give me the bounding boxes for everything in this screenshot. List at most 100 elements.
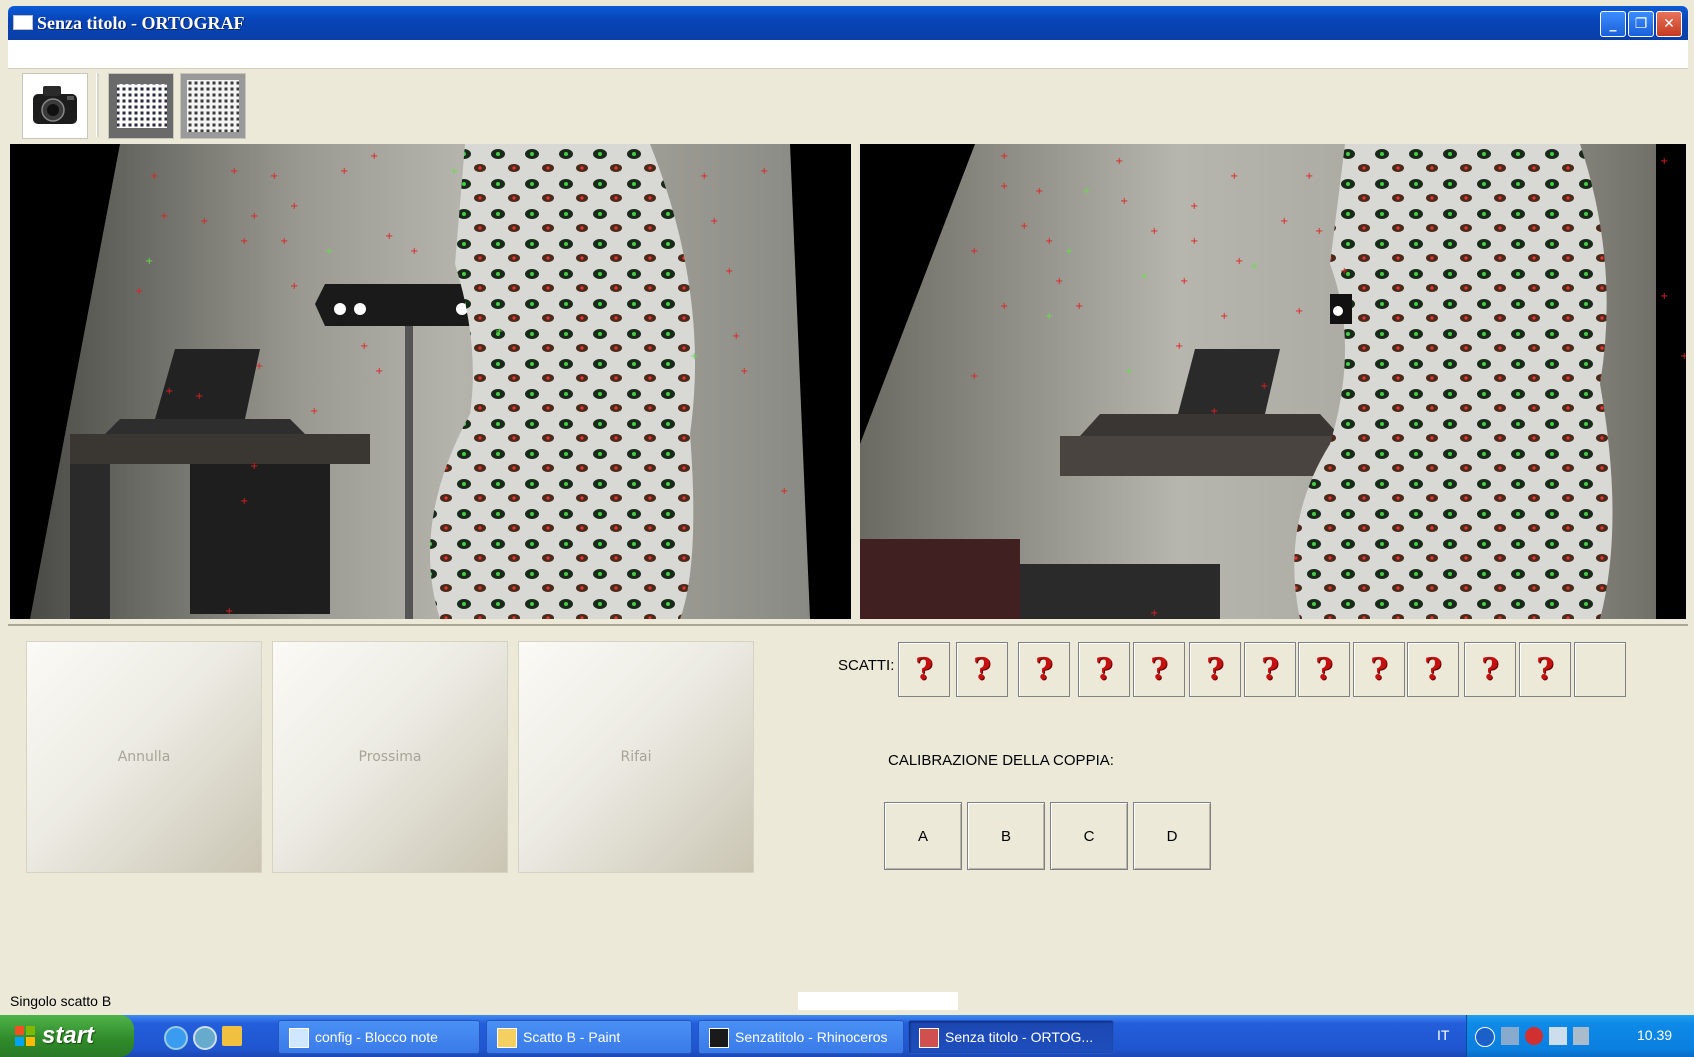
cancel-button[interactable]: Annulla — [26, 641, 262, 873]
svg-text:+: + — [1000, 151, 1008, 162]
shot-slot[interactable]: ? — [1244, 642, 1296, 697]
task-label: config - Blocco note — [315, 1029, 438, 1045]
svg-text:+: + — [290, 281, 298, 292]
toolbar — [8, 69, 1688, 141]
minimize-button[interactable]: _ — [1600, 11, 1626, 37]
pair-a-button[interactable]: A — [884, 802, 962, 870]
grid-light-button[interactable] — [180, 73, 246, 139]
shot-slot[interactable]: ? — [1018, 642, 1070, 697]
svg-text:+: + — [495, 326, 503, 337]
svg-text:+: + — [135, 286, 143, 297]
svg-text:+: + — [710, 216, 718, 227]
shot-slot[interactable]: ? — [956, 642, 1008, 697]
grid-button[interactable] — [108, 73, 174, 139]
svg-text:+: + — [325, 246, 333, 257]
shot-slot[interactable]: ? — [1353, 642, 1405, 697]
start-label: start — [42, 1022, 95, 1049]
svg-text:+: + — [740, 366, 748, 377]
language-indicator[interactable]: IT — [1437, 1027, 1449, 1043]
svg-text:+: + — [1220, 311, 1228, 322]
shot-slot[interactable]: ? — [1133, 642, 1185, 697]
svg-text:+: + — [1150, 608, 1158, 619]
task-notepad[interactable]: config - Blocco note — [278, 1020, 480, 1054]
task-label: Senza titolo - ORTOG... — [945, 1029, 1094, 1045]
start-button[interactable]: start — [0, 1015, 134, 1057]
shot-slot[interactable] — [1574, 642, 1626, 697]
svg-text:+: + — [1660, 156, 1668, 167]
network-icon[interactable] — [1501, 1027, 1519, 1045]
svg-text:+: + — [1120, 196, 1128, 207]
app-icon — [13, 15, 33, 30]
svg-text:+: + — [1280, 216, 1288, 227]
camera-icon — [23, 74, 87, 138]
folder-icon[interactable] — [222, 1026, 242, 1046]
task-ortograf[interactable]: Senza titolo - ORTOG... — [908, 1020, 1114, 1054]
paint-icon — [497, 1028, 517, 1048]
device-icon[interactable] — [1573, 1027, 1589, 1045]
svg-text:+: + — [1680, 351, 1686, 362]
rhino-icon — [709, 1028, 729, 1048]
shot-slot[interactable]: ? — [1078, 642, 1130, 697]
svg-text:+: + — [732, 331, 740, 342]
task-paint[interactable]: Scatto B - Paint — [486, 1020, 692, 1054]
ortograf-icon — [919, 1028, 939, 1048]
svg-text:+: + — [1000, 181, 1008, 192]
pair-b-button[interactable]: B — [967, 802, 1045, 870]
shot-slot[interactable]: ? — [1298, 642, 1350, 697]
svg-text:+: + — [195, 391, 203, 402]
restore-button[interactable]: ❐ — [1628, 11, 1654, 37]
svg-text:+: + — [150, 171, 158, 182]
redo-button[interactable]: Rifai — [518, 641, 754, 873]
svg-text:+: + — [370, 151, 378, 162]
ie-icon[interactable] — [164, 1026, 188, 1050]
toolbar-separator — [96, 73, 99, 137]
right-camera-image: + + + + + + + + + + + + + + + + + + + + + + + + + + + + + + … — [860, 144, 1686, 619]
status-progress — [798, 992, 958, 1010]
svg-text:+: + — [970, 246, 978, 257]
svg-text:+: + — [200, 216, 208, 227]
svg-text:+: + — [1035, 186, 1043, 197]
svg-text:+: + — [1260, 381, 1268, 392]
shot-slot[interactable]: ? — [1519, 642, 1571, 697]
task-rhinoceros[interactable]: Senzatitolo - Rhinoceros — [698, 1020, 904, 1054]
chevron-left-icon[interactable] — [1475, 1027, 1495, 1047]
svg-text:+: + — [250, 461, 258, 472]
clock: 10.39 — [1637, 1027, 1673, 1043]
pair-d-button[interactable]: D — [1133, 802, 1211, 870]
svg-text:+: + — [1125, 366, 1133, 377]
outlook-icon[interactable] — [193, 1026, 217, 1050]
windows-logo-icon — [15, 1026, 35, 1046]
svg-text:+: + — [240, 496, 248, 507]
window-title: Senza titolo - ORTOGRAF — [37, 13, 245, 33]
shot-slot[interactable]: ? — [1407, 642, 1459, 697]
menu-bar — [8, 40, 1688, 69]
panel-divider — [8, 624, 1688, 626]
svg-text:+: + — [145, 256, 153, 267]
svg-text:+: + — [230, 166, 238, 177]
svg-text:+: + — [1175, 341, 1183, 352]
svg-text:+: + — [1190, 201, 1198, 212]
monitor-icon[interactable] — [1549, 1027, 1567, 1045]
shot-slot[interactable]: ? — [898, 642, 950, 697]
security-icon[interactable] — [1525, 1027, 1543, 1045]
svg-text:+: + — [1055, 276, 1063, 287]
svg-text:+: + — [255, 361, 263, 372]
svg-text:+: + — [290, 201, 298, 212]
svg-text:+: + — [1115, 156, 1123, 167]
svg-text:+: + — [1660, 291, 1668, 302]
svg-text:+: + — [1295, 306, 1303, 317]
svg-text:+: + — [250, 211, 258, 222]
pair-c-button[interactable]: C — [1050, 802, 1128, 870]
svg-text:+: + — [360, 341, 368, 352]
svg-text:+: + — [1230, 171, 1238, 182]
task-label: Scatto B - Paint — [523, 1029, 621, 1045]
shot-slot[interactable]: ? — [1189, 642, 1241, 697]
next-button[interactable]: Prossima — [272, 641, 508, 873]
camera-button[interactable] — [22, 73, 88, 139]
svg-text:+: + — [160, 211, 168, 222]
svg-text:+: + — [1210, 406, 1218, 417]
shot-slot[interactable]: ? — [1464, 642, 1516, 697]
close-button[interactable]: ✕ — [1656, 11, 1682, 37]
svg-text:+: + — [1305, 171, 1313, 182]
status-text: Singolo scatto B — [10, 993, 112, 1009]
